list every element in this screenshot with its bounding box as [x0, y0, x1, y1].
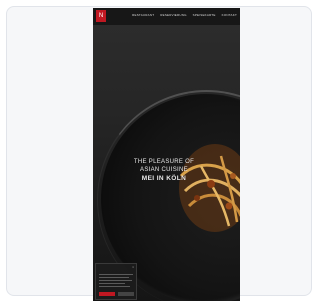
website-screenshot[interactable]: N RESTAURANT RESERVIERUNG SPEISEKARTE KO…	[93, 8, 240, 301]
site-navbar: N RESTAURANT RESERVIERUNG SPEISEKARTE KO…	[93, 8, 240, 25]
cookie-banner: ×	[95, 263, 137, 300]
hero-line-1: THE PLEASURE OF	[133, 159, 195, 165]
cookie-accept-button[interactable]	[99, 292, 115, 296]
noodles-image	[179, 144, 240, 232]
hero-line-3: MEI IN KÖLN	[141, 175, 187, 182]
site-logo[interactable]: N	[96, 10, 106, 22]
nav-item-reservierung[interactable]: RESERVIERUNG	[160, 13, 186, 17]
nav-item-restaurant[interactable]: RESTAURANT	[132, 13, 154, 17]
close-icon[interactable]: ×	[132, 266, 134, 269]
cookie-text-line	[99, 283, 125, 284]
hero-text: THE PLEASURE OF ASIAN CUISINE MEI IN KÖL…	[119, 158, 209, 184]
cookie-text-line	[99, 280, 132, 281]
nav-item-speisekarte[interactable]: SPEISEKARTE	[193, 13, 216, 17]
cookie-text-line	[99, 286, 130, 287]
nav-links: RESTAURANT RESERVIERUNG SPEISEKARTE KONT…	[132, 13, 237, 17]
cookie-settings-button[interactable]	[118, 292, 134, 296]
cookie-text-line	[99, 277, 129, 278]
nav-item-kontakt[interactable]: KONTAKT	[222, 13, 237, 17]
hero-line-2: ASIAN CUISINE	[140, 167, 188, 173]
cookie-text-line	[99, 274, 133, 275]
